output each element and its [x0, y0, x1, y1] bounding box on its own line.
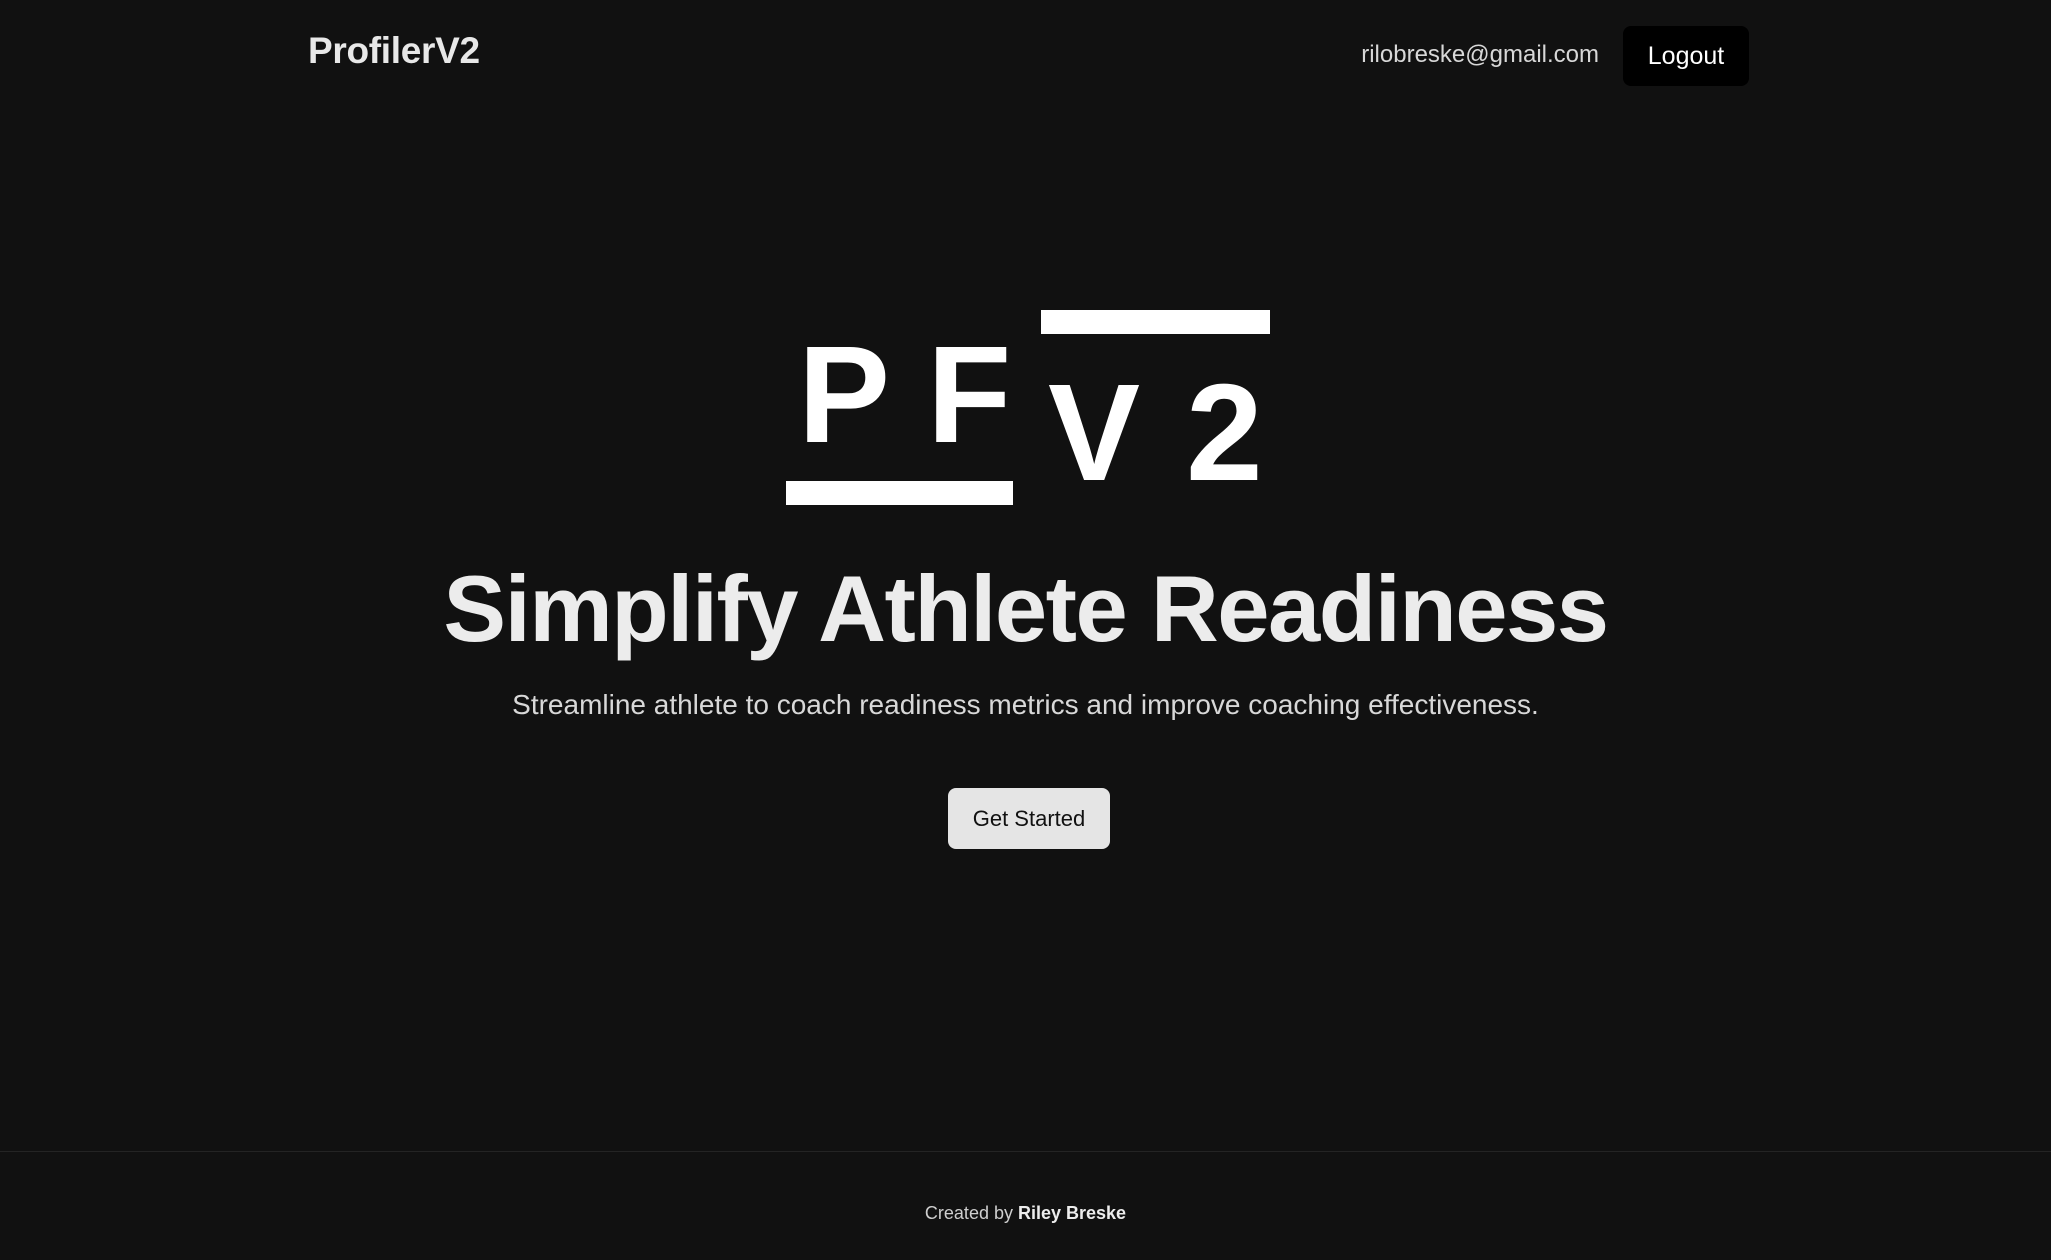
logo-letter-2: 2	[1186, 356, 1263, 510]
logo-underline-bar	[786, 481, 1013, 505]
user-email: rilobreske@gmail.com	[1361, 41, 1599, 68]
pfv2-logo-graphic: P F V 2	[786, 310, 1270, 510]
footer: Created by Riley Breske	[0, 1151, 2051, 1260]
logo-overline-bar	[1041, 310, 1270, 334]
footer-author: Riley Breske	[1018, 1203, 1127, 1223]
logo-letter-p: P	[798, 318, 890, 472]
brand-name[interactable]: ProfilerV2	[308, 30, 480, 72]
hero-subheadline: Streamline athlete to coach readiness me…	[512, 689, 1539, 720]
top-nav: ProfilerV2 rilobreske@gmail.com Logout	[0, 0, 2051, 112]
footer-created-by: Created by	[924, 1203, 1013, 1223]
logout-button[interactable]: Logout	[1623, 26, 1749, 86]
logo-letter-v: V	[1048, 356, 1140, 510]
get-started-button[interactable]: Get Started	[948, 788, 1110, 849]
hero-headline: Simplify Athlete Readiness	[443, 556, 1609, 661]
logo-letter-f: F	[927, 318, 1011, 472]
pfv2-logo: P F V 2	[786, 310, 1271, 510]
footer-credit: Created by Riley Breske	[0, 1203, 2051, 1224]
